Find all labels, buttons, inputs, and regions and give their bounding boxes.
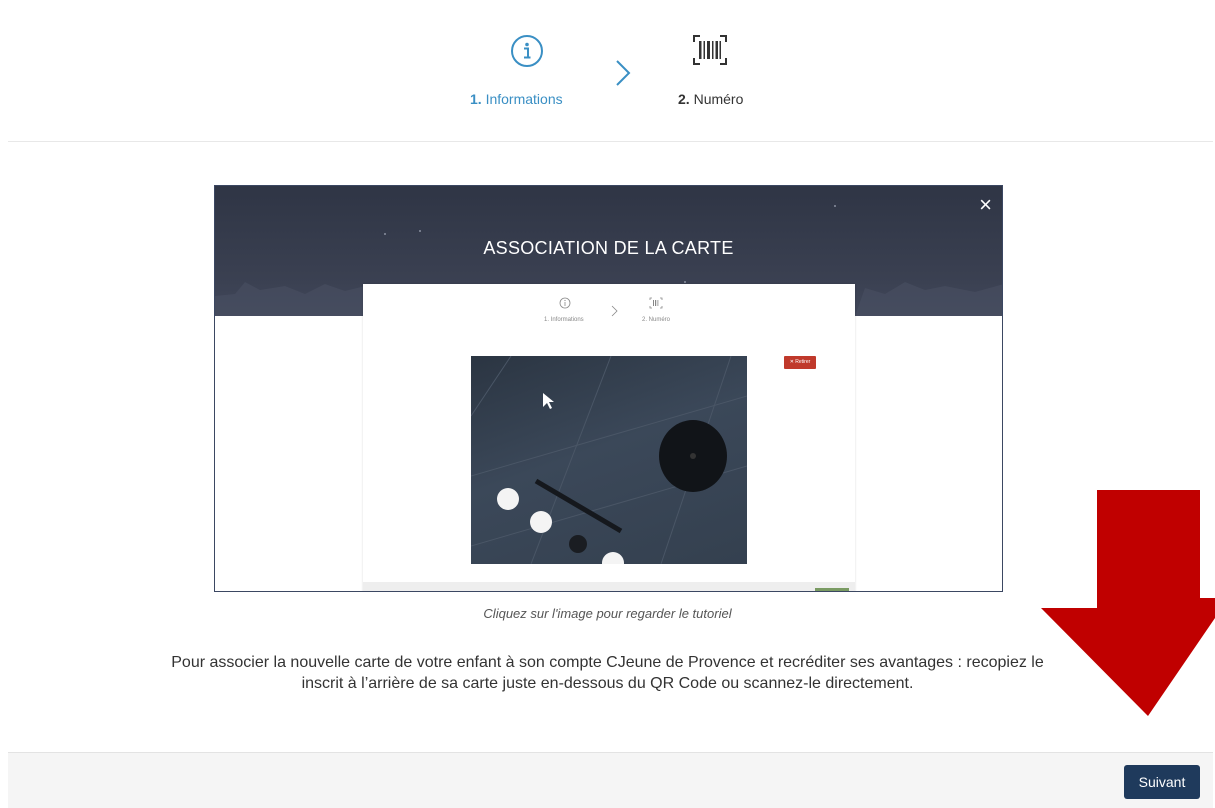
preview-footer xyxy=(363,582,855,591)
camera-preview xyxy=(471,356,747,564)
step-numero[interactable]: 2. Numéro xyxy=(678,91,743,107)
preview-next-button xyxy=(815,588,849,591)
instructions-text: Pour associer la nouvelle carte de votre… xyxy=(20,652,1195,694)
step-informations[interactable]: 1. Informations xyxy=(470,91,563,107)
stepper: 1. Informations 2. Numéro xyxy=(0,0,1215,140)
instructions-line: Pour associer la nouvelle carte de votre… xyxy=(171,654,1044,671)
red-arrow-annotation xyxy=(1041,490,1215,716)
video-caption: Cliquez sur l'image pour regarder le tut… xyxy=(483,606,732,621)
step-number: 2. xyxy=(678,91,690,107)
barcode-icon xyxy=(649,296,663,309)
mini-step-label: 2. Numéro xyxy=(642,317,671,323)
video-preview-page: 1. Informations 2. Numéro ✕ Retirer xyxy=(363,284,855,591)
barcode-icon[interactable] xyxy=(691,33,729,67)
video-title: ASSOCIATION DE LA CARTE xyxy=(483,238,734,258)
info-circle-icon xyxy=(559,296,571,309)
remove-button: ✕ Retirer xyxy=(784,356,816,369)
step-label: Informations xyxy=(485,91,563,107)
step-number: 1. xyxy=(470,91,482,107)
footer-bar xyxy=(8,752,1213,808)
chevron-right-icon xyxy=(613,58,633,88)
mini-step-label: 1. Informations xyxy=(544,317,584,323)
info-circle-icon[interactable] xyxy=(509,33,545,69)
ceiling-lamps-picture xyxy=(471,356,747,564)
instructions-line: inscrit à l’arrière de sa carte juste en… xyxy=(301,675,914,692)
tutorial-video-thumbnail[interactable]: ASSOCIATION DE LA CARTE × 1. Information… xyxy=(214,185,1003,592)
divider xyxy=(8,141,1213,142)
step-label: Numéro xyxy=(693,91,744,107)
chevron-right-icon xyxy=(611,304,619,317)
close-icon[interactable]: × xyxy=(979,194,992,216)
next-button[interactable]: Suivant xyxy=(1124,765,1200,799)
